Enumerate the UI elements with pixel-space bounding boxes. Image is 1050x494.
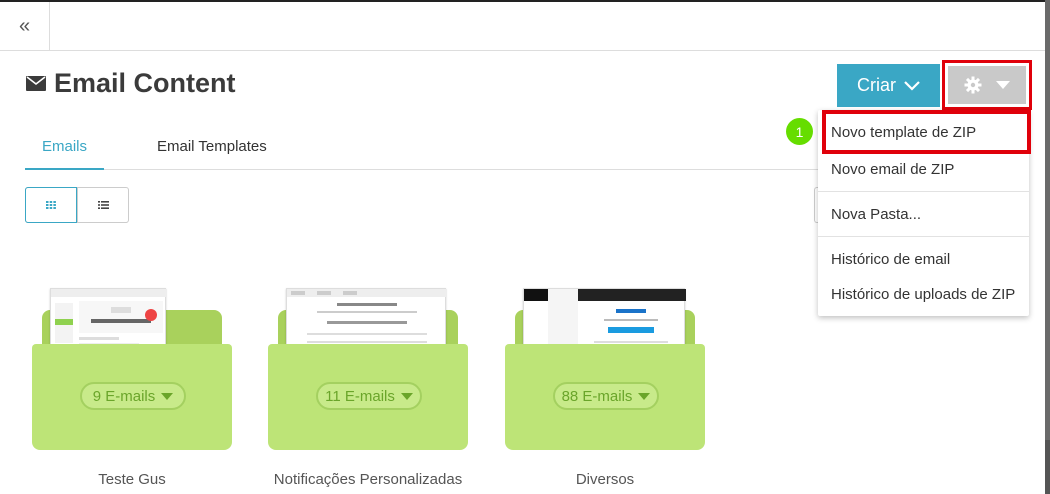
- menu-divider: [818, 191, 1029, 192]
- menu-item-nova-pasta[interactable]: Nova Pasta...: [818, 206, 1029, 223]
- step-number-badge: 1: [786, 118, 813, 145]
- grid-icon: [46, 201, 56, 209]
- folder-teste-gus[interactable]: 9 E-mails Teste Gus: [32, 288, 232, 488]
- scrollbar[interactable]: [1045, 0, 1050, 494]
- list-icon: [97, 201, 109, 209]
- criar-button[interactable]: Criar: [837, 64, 940, 107]
- annotation-highlight-box: [822, 110, 1031, 154]
- email-count-label: 88 E-mails: [561, 387, 633, 405]
- caret-down-icon: [638, 392, 651, 400]
- view-toggle: [25, 187, 129, 223]
- menu-divider: [818, 236, 1029, 237]
- tab-email-templates[interactable]: Email Templates: [157, 138, 267, 155]
- settings-dropdown-button[interactable]: [942, 60, 1032, 110]
- page-title-text: Email Content: [54, 68, 236, 98]
- email-count-badge[interactable]: 9 E-mails: [80, 382, 186, 410]
- tab-emails[interactable]: Emails: [25, 138, 104, 170]
- email-count-label: 11 E-mails: [325, 387, 395, 405]
- criar-label: Criar: [857, 75, 896, 95]
- gear-icon: [964, 76, 982, 94]
- email-count-badge[interactable]: 11 E-mails: [316, 382, 422, 410]
- top-bar: «: [0, 0, 1045, 51]
- caret-down-icon: [996, 81, 1010, 89]
- content-tabs: Emails Email Templates: [25, 130, 818, 170]
- folder-name: Diversos: [575, 471, 635, 488]
- menu-item-novo-email-zip[interactable]: Novo email de ZIP: [818, 161, 1029, 178]
- caret-down-icon: [161, 392, 174, 400]
- menu-item-historico-email[interactable]: Histórico de email: [818, 251, 1029, 268]
- folder-notificacoes-personalizadas[interactable]: 11 E-mails Notificações Personalizadas: [268, 288, 468, 488]
- email-count-label: 9 E-mails: [92, 387, 156, 405]
- caret-down-icon: [400, 392, 413, 400]
- collapse-sidebar-button[interactable]: «: [0, 2, 50, 51]
- grid-view-button[interactable]: [25, 187, 77, 223]
- envelope-icon: [26, 76, 46, 91]
- list-view-button[interactable]: [77, 188, 128, 222]
- chevron-down-icon: [904, 80, 920, 91]
- folder-diversos[interactable]: 88 E-mails Diversos: [505, 288, 705, 488]
- email-count-badge[interactable]: 88 E-mails: [553, 382, 659, 410]
- menu-item-historico-uploads-zip[interactable]: Histórico de uploads de ZIP: [818, 286, 1029, 303]
- double-chevron-left-icon: «: [18, 15, 31, 37]
- page-title: Email Content: [26, 68, 236, 99]
